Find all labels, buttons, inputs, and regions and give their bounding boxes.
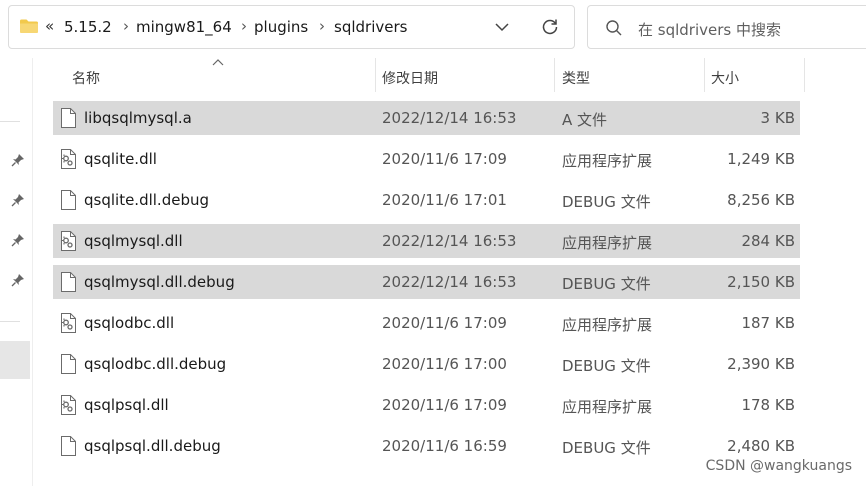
file-type: DEBUG 文件 <box>562 193 651 211</box>
file-name: qsqlmysql.dll.debug <box>84 273 235 291</box>
file-modified-date: 2022/12/14 16:53 <box>382 273 517 291</box>
column-divider[interactable] <box>375 58 376 92</box>
breadcrumb-item-sqldrivers[interactable]: sqldrivers <box>334 18 407 36</box>
file-row[interactable]: qsqlpsql.dll.debug 2020/11/6 16:59 DEBUG 文… <box>53 429 800 463</box>
breadcrumb-item-mingw81-64[interactable]: mingw81_64 <box>136 18 232 36</box>
pin-icon[interactable] <box>11 193 25 207</box>
breadcrumb-separator-icon[interactable]: › <box>241 17 247 35</box>
file-icon <box>60 190 76 210</box>
file-size: 2,480 KB <box>727 437 795 455</box>
file-size: 178 KB <box>741 396 795 414</box>
file-type: DEBUG 文件 <box>562 275 651 293</box>
file-size: 3 KB <box>760 109 795 127</box>
sort-ascending-icon <box>212 59 224 66</box>
file-row[interactable]: qsqlite.dll.debug 2020/11/6 17:01 DEBUG 文件… <box>53 183 800 217</box>
file-row[interactable]: libqsqlmysql.a 2022/12/14 16:53 A 文件 3 KB <box>53 101 800 135</box>
file-row[interactable]: qsqlodbc.dll.debug 2020/11/6 17:00 DEBUG 文… <box>53 347 800 381</box>
file-modified-date: 2020/11/6 16:59 <box>382 437 507 455</box>
file-name: libqsqlmysql.a <box>84 109 192 127</box>
file-type: 应用程序扩展 <box>562 234 653 252</box>
file-row[interactable]: qsqlmysql.dll 2022/12/14 16:53 应用程序扩展 284 K… <box>53 224 800 258</box>
column-header-size[interactable]: 大小 <box>711 68 739 88</box>
file-type: 应用程序扩展 <box>562 316 653 334</box>
file-type: 应用程序扩展 <box>562 398 653 416</box>
dll-file-icon <box>60 149 76 169</box>
file-modified-date: 2020/11/6 17:09 <box>382 396 507 414</box>
pin-icon[interactable] <box>11 233 25 247</box>
search-input[interactable]: 在 sqldrivers 中搜索 <box>638 19 781 40</box>
folder-icon <box>20 19 38 33</box>
file-row[interactable]: qsqlite.dll 2020/11/6 17:09 应用程序扩展 1,249 KB <box>53 142 800 176</box>
file-size: 187 KB <box>741 314 795 332</box>
file-icon <box>60 272 76 292</box>
watermark: CSDN @wangkuangs <box>705 458 852 474</box>
breadcrumb-overflow[interactable]: « <box>45 17 54 35</box>
dll-file-icon <box>60 313 76 333</box>
breadcrumb-item-plugins[interactable]: plugins <box>254 18 308 36</box>
file-name: qsqlmysql.dll <box>84 232 183 250</box>
breadcrumb-item-5-15-2[interactable]: 5.15.2 <box>64 18 112 36</box>
column-header-date[interactable]: 修改日期 <box>382 68 438 88</box>
pane-divider[interactable] <box>32 58 33 486</box>
nav-divider <box>0 321 20 322</box>
file-row[interactable]: qsqlodbc.dll 2020/11/6 17:09 应用程序扩展 187 KB <box>53 306 800 340</box>
file-size: 2,150 KB <box>727 273 795 291</box>
pin-icon[interactable] <box>11 273 25 287</box>
file-type: DEBUG 文件 <box>562 357 651 375</box>
column-header-type[interactable]: 类型 <box>562 68 590 88</box>
column-divider[interactable] <box>554 58 555 92</box>
file-type: DEBUG 文件 <box>562 439 651 457</box>
nav-divider <box>0 121 20 122</box>
dll-file-icon <box>60 231 76 251</box>
address-bar[interactable]: « 5.15.2 › mingw81_64 › plugins › sqldri… <box>8 5 575 49</box>
nav-item-selected[interactable] <box>0 341 30 379</box>
file-modified-date: 2020/11/6 17:01 <box>382 191 507 209</box>
pin-icon[interactable] <box>11 153 25 167</box>
file-size: 2,390 KB <box>727 355 795 373</box>
file-icon <box>60 354 76 374</box>
dll-file-icon <box>60 395 76 415</box>
file-modified-date: 2020/11/6 17:00 <box>382 355 507 373</box>
file-name: qsqlpsql.dll.debug <box>84 437 221 455</box>
file-name: qsqlodbc.dll <box>84 314 175 332</box>
file-size: 1,249 KB <box>727 150 795 168</box>
file-type: 应用程序扩展 <box>562 152 653 170</box>
file-name: qsqlodbc.dll.debug <box>84 355 227 373</box>
file-modified-date: 2020/11/6 17:09 <box>382 150 507 168</box>
column-divider[interactable] <box>804 58 805 92</box>
file-type: A 文件 <box>562 111 608 129</box>
search-icon <box>606 20 622 36</box>
file-name: qsqlite.dll.debug <box>84 191 209 209</box>
column-header-name[interactable]: 名称 <box>72 68 100 88</box>
search-box[interactable]: 在 sqldrivers 中搜索 <box>587 5 866 49</box>
file-size: 284 KB <box>741 232 795 250</box>
file-size: 8,256 KB <box>727 191 795 209</box>
file-modified-date: 2022/12/14 16:53 <box>382 109 517 127</box>
file-modified-date: 2022/12/14 16:53 <box>382 232 517 250</box>
refresh-icon[interactable] <box>540 17 560 37</box>
file-row[interactable]: qsqlpsql.dll 2020/11/6 17:09 应用程序扩展 178 KB <box>53 388 800 422</box>
column-divider[interactable] <box>704 58 705 92</box>
breadcrumb-separator-icon[interactable]: › <box>319 17 325 35</box>
breadcrumb-separator-icon[interactable]: › <box>123 17 129 35</box>
file-name: qsqlite.dll <box>84 150 157 168</box>
file-icon <box>60 108 76 128</box>
file-icon <box>60 436 76 456</box>
file-modified-date: 2020/11/6 17:09 <box>382 314 507 332</box>
file-name: qsqlpsql.dll <box>84 396 169 414</box>
file-row[interactable]: qsqlmysql.dll.debug 2022/12/14 16:53 DEBUG… <box>53 265 800 299</box>
chevron-down-icon[interactable] <box>493 18 511 36</box>
